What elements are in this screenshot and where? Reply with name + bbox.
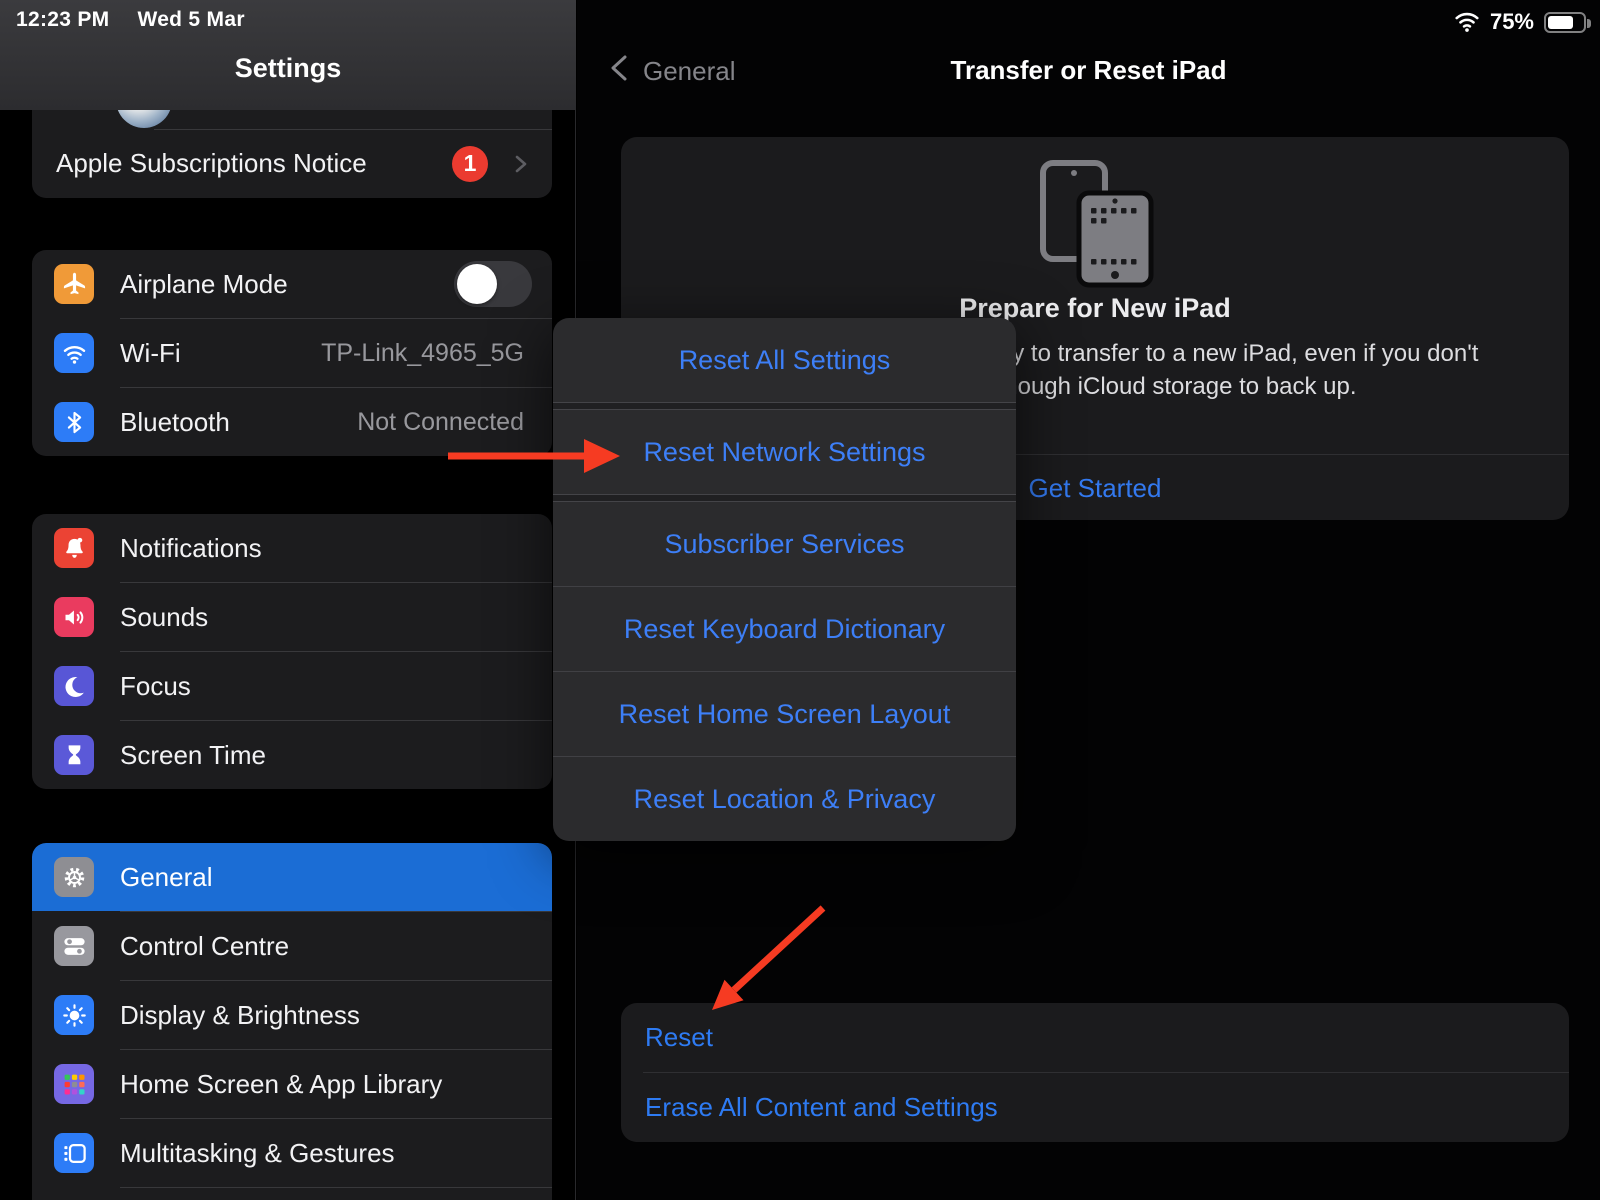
sidebar-item-display-brightness[interactable]: Display & Brightness: [32, 981, 552, 1049]
hourglass-icon: [54, 735, 94, 775]
bluetooth-value: Not Connected: [357, 408, 532, 437]
divider: [120, 1187, 552, 1188]
chevron-right-icon: [508, 152, 532, 176]
reset-button[interactable]: Reset: [621, 1003, 1569, 1072]
sidebar-item-multitasking-gestures[interactable]: Multitasking & Gestures: [32, 1119, 552, 1187]
subscriptions-notice-label: Apple Subscriptions Notice: [56, 148, 367, 179]
status-time: 12:23 PM: [16, 8, 109, 32]
sidebar-item-sounds[interactable]: Sounds: [32, 583, 552, 651]
sidebar-item-bluetooth[interactable]: Bluetooth Not Connected: [32, 388, 552, 456]
menu-item-reset-keyboard-dictionary[interactable]: Reset Keyboard Dictionary: [553, 587, 1016, 671]
status-bar-left: 12:23 PM Wed 5 Mar: [16, 8, 245, 32]
multitask-icon: [54, 1133, 94, 1173]
sidebar-item-label: Display & Brightness: [120, 1000, 360, 1031]
sidebar-item-wi-fi[interactable]: Wi-Fi TP-Link_4965_5G: [32, 319, 552, 387]
divider: [553, 402, 1016, 410]
sidebar-item-notifications[interactable]: Notifications: [32, 514, 552, 582]
sun-icon: [54, 995, 94, 1035]
sidebar-item-label: Bluetooth: [120, 407, 230, 438]
control-centre-icon: [54, 926, 94, 966]
wifi-status-icon: [1454, 11, 1480, 33]
sidebar-item-label: Multitasking & Gestures: [120, 1138, 395, 1169]
transfer-devices-icon: [1019, 159, 1171, 289]
gear-icon: [54, 857, 94, 897]
settings-sidebar: Apple Subscriptions Notice 1 Airplane Mo…: [0, 0, 576, 1200]
menu-item-reset-location-privacy[interactable]: Reset Location & Privacy: [553, 757, 1016, 841]
sidebar-item-label: Notifications: [120, 533, 262, 564]
menu-item-reset-all-settings[interactable]: Reset All Settings: [553, 318, 1016, 402]
divider: [553, 494, 1016, 502]
sidebar-item-label: General: [120, 862, 213, 893]
moon-icon: [54, 666, 94, 706]
erase-all-content-and-settings-button[interactable]: Erase All Content and Settings: [621, 1073, 1569, 1142]
sidebar-title: Settings: [0, 53, 576, 84]
speaker-icon: [54, 597, 94, 637]
sidebar-group-connectivity: Airplane Mode Wi-Fi TP-Link_4965_5G Bluetoo…: [32, 250, 552, 456]
sidebar-item-label: Wi-Fi: [120, 338, 181, 369]
toggle-knob: [457, 264, 497, 304]
wi-fi-value: TP-Link_4965_5G: [321, 339, 532, 368]
status-date: Wed 5 Mar: [137, 8, 244, 32]
airplane-icon: [54, 264, 94, 304]
sidebar-item-label: Control Centre: [120, 931, 289, 962]
sidebar-item-screen-time[interactable]: Screen Time: [32, 721, 552, 789]
sidebar-item-focus[interactable]: Focus: [32, 652, 552, 720]
sidebar-header: 12:23 PM Wed 5 Mar Settings: [0, 0, 576, 110]
sidebar-item-label: Home Screen & App Library: [120, 1069, 442, 1100]
status-bar-right: 75%: [1454, 9, 1586, 35]
wifi-icon: [54, 333, 94, 373]
sidebar-item-label: Sounds: [120, 602, 208, 633]
battery-percent: 75%: [1490, 9, 1534, 35]
sidebar-item-home-screen-app-library[interactable]: Home Screen & App Library: [32, 1050, 552, 1118]
sidebar-item-apple-subscriptions-notice[interactable]: Apple Subscriptions Notice 1: [32, 130, 552, 197]
reset-card: ResetErase All Content and Settings: [621, 1003, 1569, 1142]
sidebar-item-control-centre[interactable]: Control Centre: [32, 912, 552, 980]
airplane-mode-toggle[interactable]: [454, 261, 532, 307]
menu-item-reset-home-screen-layout[interactable]: Reset Home Screen Layout: [553, 672, 1016, 756]
sidebar-item-general[interactable]: General: [32, 843, 552, 911]
bluetooth-icon: [54, 402, 94, 442]
sidebar-group-general: General Control Centre Display & Brightnes…: [32, 843, 552, 1200]
page-title: Transfer or Reset iPad: [577, 55, 1600, 86]
battery-icon: [1544, 12, 1586, 33]
app-grid-icon: [54, 1064, 94, 1104]
reset-popup-menu: Reset All SettingsReset Network Settings…: [553, 318, 1016, 841]
sidebar-item-airplane-mode[interactable]: Airplane Mode: [32, 250, 552, 318]
menu-item-subscriber-services[interactable]: Subscriber Services: [553, 502, 1016, 586]
sidebar-item-label: Focus: [120, 671, 191, 702]
notification-badge: 1: [452, 146, 488, 182]
sidebar-item-label: Screen Time: [120, 740, 266, 771]
sidebar-group-notifications: Notifications Sounds Focus Screen Time: [32, 514, 552, 789]
menu-item-reset-network-settings[interactable]: Reset Network Settings: [553, 410, 1016, 494]
bell-icon: [54, 528, 94, 568]
sidebar-item-label: Airplane Mode: [120, 269, 288, 300]
